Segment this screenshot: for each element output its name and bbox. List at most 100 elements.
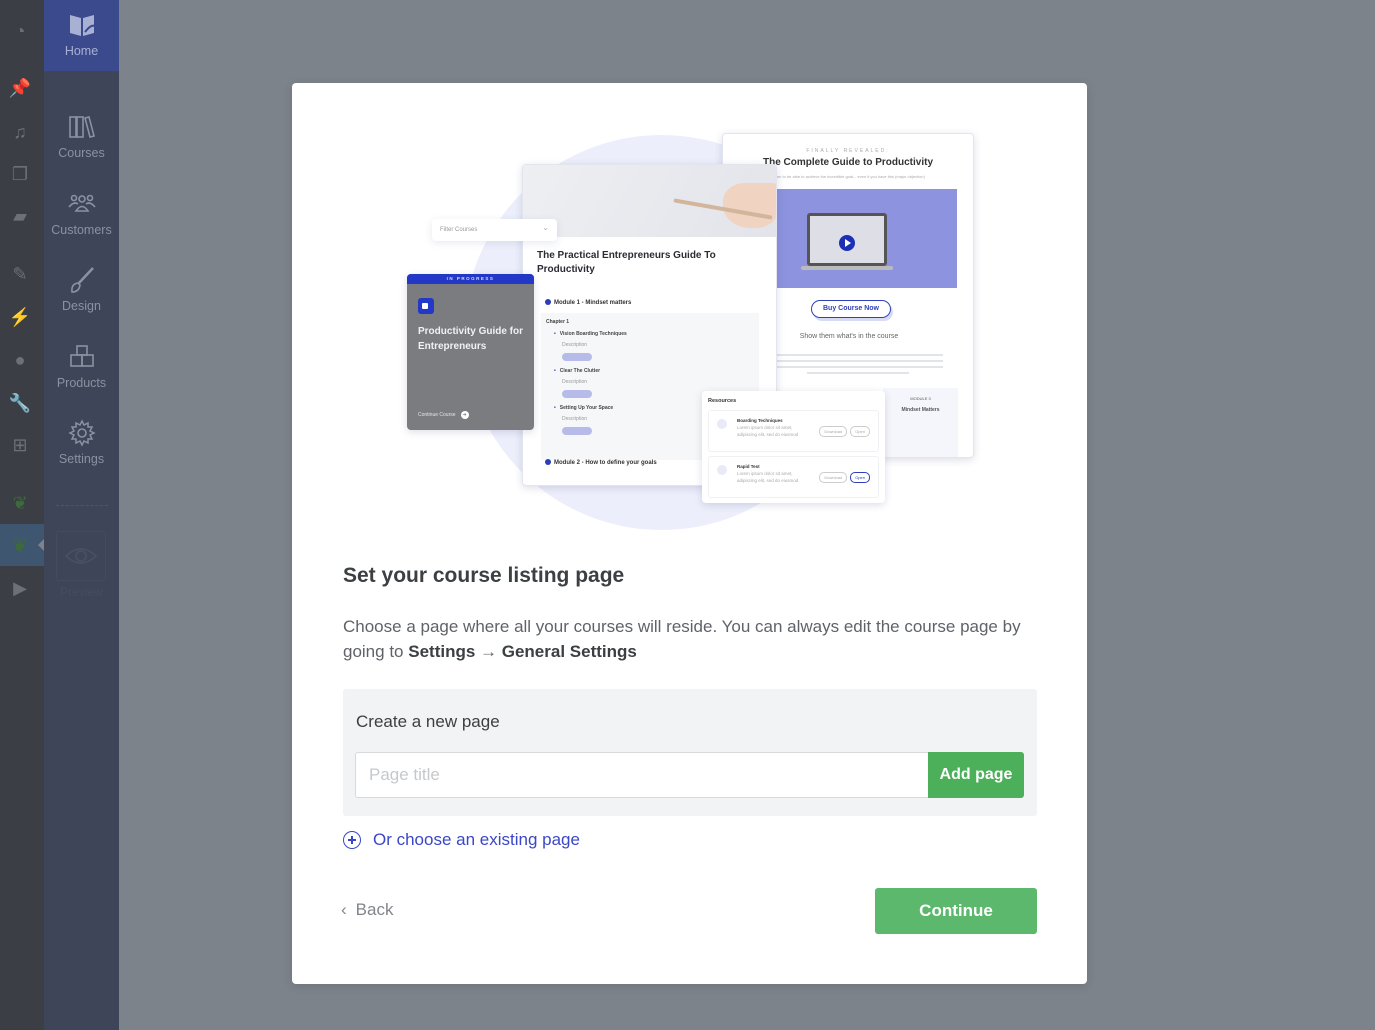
boxes-icon <box>69 345 94 367</box>
resource-item: Rapid Test Lorem ipsum dolor sit amet, a… <box>708 456 879 498</box>
appearance-icon[interactable]: ✎ <box>8 263 32 285</box>
page-title-input[interactable] <box>355 752 928 798</box>
eye-icon <box>64 548 98 564</box>
play-icon[interactable]: ▶ <box>8 577 32 599</box>
pin-icon[interactable]: 📌 <box>8 77 32 99</box>
resource-title: Rapid Test <box>737 464 760 469</box>
paintbrush-icon <box>70 267 94 293</box>
settings-path-1: Settings <box>408 642 476 661</box>
course-header-photo <box>523 165 776 237</box>
module-dot-icon <box>545 299 551 305</box>
plugins-icon[interactable]: ⚡ <box>8 306 32 328</box>
preview-button[interactable] <box>56 531 106 581</box>
sidebar-item-home[interactable]: Home <box>44 0 119 71</box>
hand-image <box>723 183 776 228</box>
back-label: Back <box>355 900 394 919</box>
sidebar-item-products[interactable]: Products <box>44 342 119 390</box>
gear-icon <box>67 419 96 447</box>
module-card: MODULE 3 Mindset Matters <box>883 388 958 457</box>
lesson-name: Clear The Clutter <box>554 368 754 374</box>
lesson-pill <box>562 353 592 361</box>
books-icon <box>68 116 95 138</box>
sidebar-divider <box>56 505 108 506</box>
in-progress-card: IN PROGRESS Productivity Guide for Entre… <box>407 274 534 430</box>
open-button: Open <box>850 472 870 483</box>
sidebar-item-settings[interactable]: Settings <box>44 418 119 466</box>
buy-course-button: Buy Course Now <box>811 300 891 318</box>
resource-body: Lorem ipsum dolor sit amet, adipiscing e… <box>737 471 799 483</box>
media-icon[interactable]: ♫ <box>8 121 32 143</box>
plugin-sidebar: Home Courses Customers Design Products S… <box>44 0 119 1030</box>
lesson-pill <box>562 427 592 435</box>
dashboard-icon[interactable]: ◔ <box>8 20 32 42</box>
resources-card: Resources Boarding Techniques Lorem ipsu… <box>702 391 885 503</box>
lesson-description: Description <box>562 342 588 348</box>
settings-path-2: General Settings <box>501 642 637 661</box>
comments-icon[interactable]: ▰ <box>8 205 32 227</box>
lesson-name: Vision Boarding Techniques <box>554 331 754 337</box>
sales-hero-image <box>777 189 957 288</box>
modal-heading: Set your course listing page <box>343 564 625 587</box>
module-2-label: Module 2 - How to define your goals <box>554 460 657 466</box>
choose-existing-page-link[interactable]: Or choose an existing page <box>343 830 580 850</box>
play-icon <box>839 235 855 251</box>
document-icon <box>717 419 727 429</box>
continue-course-link: Continue Course <box>418 411 469 419</box>
modal-description: Choose a page where all your courses wil… <box>343 614 1033 664</box>
leaf-active-icon[interactable]: ❦ <box>8 535 32 557</box>
open-button: Open <box>850 426 870 437</box>
course-title: The Practical Entrepreneurs Guide To Pro… <box>537 250 716 275</box>
people-group-icon <box>67 194 96 212</box>
progress-card-title: Productivity Guide for Entrepreneurs <box>418 326 524 352</box>
setup-modal: FINALLY REVEALED: The Complete Guide to … <box>292 83 1087 984</box>
existing-page-label: Or choose an existing page <box>373 830 580 849</box>
course-illustration: FINALLY REVEALED: The Complete Guide to … <box>402 131 977 531</box>
module-title: Mindset Matters <box>901 407 940 413</box>
sidebar-item-courses[interactable]: Courses <box>44 112 119 160</box>
sidebar-item-label: Settings <box>58 452 105 466</box>
sidebar-item-label: Courses <box>58 146 105 160</box>
module-dot-icon <box>545 459 551 465</box>
plus-circle-icon <box>343 831 361 849</box>
create-page-panel: Create a new page Add page <box>343 689 1037 816</box>
laptop-base <box>801 266 893 270</box>
chevron-left-icon: ‹ <box>341 900 347 919</box>
wp-admin-bar: ◔ 📌 ♫ ❐ ▰ ✎ ⚡ ● 🔧 ⊞ ❦ ❦ ▶ <box>0 0 44 1030</box>
resource-item: Boarding Techniques Lorem ipsum dolor si… <box>708 410 879 452</box>
lesson-item: Vision Boarding Techniques Description <box>554 331 754 363</box>
in-progress-badge: IN PROGRESS <box>407 274 534 284</box>
chapter-label: Chapter 1 <box>546 319 570 325</box>
module-1: Module 1 - Mindset matters <box>545 299 631 306</box>
sidebar-item-label: Design <box>62 299 101 313</box>
arrow-icon: → <box>475 642 502 661</box>
sidebar-item-label: Home <box>64 44 99 58</box>
leaf-icon[interactable]: ❦ <box>8 492 32 514</box>
sidebar-item-label: Customers <box>51 223 112 237</box>
continue-button[interactable]: Continue <box>875 888 1037 934</box>
pages-icon[interactable]: ❐ <box>8 163 32 185</box>
create-page-label: Create a new page <box>356 712 500 731</box>
tools-icon[interactable]: 🔧 <box>8 392 32 414</box>
document-icon <box>717 465 727 475</box>
preview-label: Preview <box>60 585 103 599</box>
lesson-description: Description <box>562 379 588 385</box>
sales-text-lines <box>773 350 943 378</box>
settings-sliders-icon[interactable]: ⊞ <box>8 434 32 456</box>
resource-title: Boarding Techniques <box>737 418 783 423</box>
add-page-button[interactable]: Add page <box>928 752 1024 798</box>
lesson-pill <box>562 390 592 398</box>
filter-courses-dropdown: Filter Courses <box>432 219 557 241</box>
download-button: Download <box>819 426 848 437</box>
video-camera-icon <box>418 298 434 314</box>
resource-body: Lorem ipsum dolor sit amet, adipiscing e… <box>737 425 799 437</box>
module-2: Module 2 - How to define your goals <box>545 459 657 466</box>
sidebar-item-design[interactable]: Design <box>44 265 119 313</box>
download-button: Download <box>819 472 848 483</box>
users-icon[interactable]: ● <box>8 349 32 371</box>
module-1-label: Module 1 - Mindset matters <box>554 300 632 306</box>
sidebar-item-label: Products <box>56 376 107 390</box>
resources-title: Resources <box>708 398 737 404</box>
back-button[interactable]: ‹ Back <box>341 900 393 920</box>
module-kicker: MODULE 3 <box>910 396 931 401</box>
sidebar-item-customers[interactable]: Customers <box>44 189 119 237</box>
